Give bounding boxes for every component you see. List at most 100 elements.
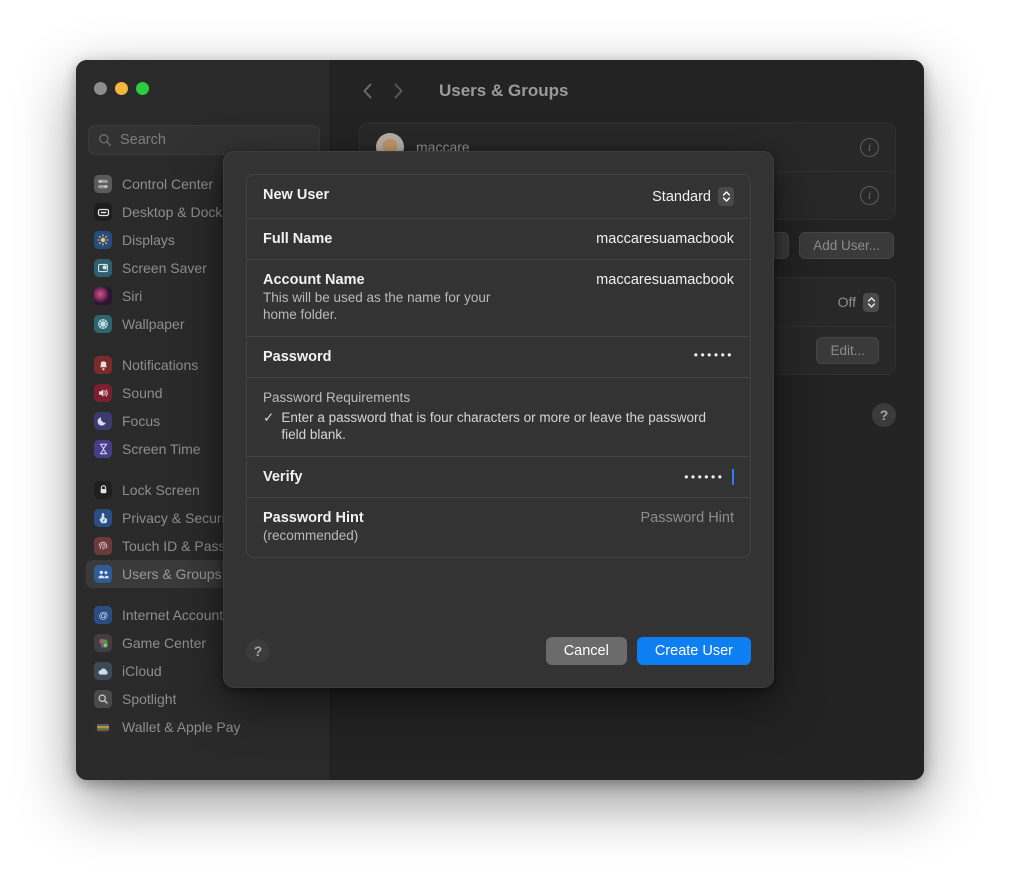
back-button[interactable] <box>355 78 381 104</box>
sheet-footer: ? Cancel Create User <box>224 615 773 687</box>
row-label-wrap: New User <box>263 187 640 203</box>
help-button[interactable]: ? <box>872 403 896 427</box>
sidebar-item-label: Focus <box>122 413 161 429</box>
search-input[interactable] <box>120 132 310 148</box>
password-dots: •••••• <box>693 347 734 362</box>
chevron-updown-icon <box>863 292 879 312</box>
touch-id-icon <box>94 537 112 555</box>
check-icon: ✓ <box>263 409 275 425</box>
sidebar-item-label: Game Center <box>122 635 207 651</box>
sidebar-item-label: Lock Screen <box>122 482 200 498</box>
sidebar-item-label: Control Center <box>122 176 214 192</box>
new-user-label: New User <box>263 187 330 203</box>
zoom-window-button[interactable] <box>136 82 149 95</box>
add-user-button[interactable]: Add User... <box>799 232 894 259</box>
privacy-security-icon <box>94 509 112 527</box>
forward-button[interactable] <box>385 78 411 104</box>
password-hint-sublabel: (recommended) <box>263 527 359 543</box>
focus-icon <box>94 412 112 430</box>
edit-button[interactable]: Edit... <box>816 337 879 364</box>
account-name-label: Account Name <box>263 272 365 288</box>
window-traffic-lights <box>94 82 149 95</box>
row-new-user: New User Standard <box>247 175 750 218</box>
sidebar-item-label: Notifications <box>122 357 199 373</box>
sidebar-item-label: Screen Time <box>122 441 201 457</box>
cancel-button[interactable]: Cancel <box>545 637 627 665</box>
new-user-type-popup[interactable]: Standard <box>652 187 734 206</box>
chevron-left-icon <box>363 83 372 99</box>
notifications-icon <box>94 356 112 374</box>
svg-text:@: @ <box>98 610 108 621</box>
sheet-help-button[interactable]: ? <box>246 639 270 663</box>
screen: Control Center Desktop & Dock Displays <box>0 0 1024 885</box>
sidebar-item-label: Spotlight <box>122 691 177 707</box>
close-window-button[interactable] <box>94 82 107 95</box>
icloud-icon <box>94 662 112 680</box>
password-hint-label: Password Hint <box>263 509 364 526</box>
password-requirement-text: Enter a password that is four characters… <box>281 409 707 443</box>
search-icon <box>99 134 112 147</box>
account-name-description: This will be used as the name for your h… <box>263 290 491 322</box>
row-verify: Verify •••••• <box>247 455 750 497</box>
create-user-button[interactable]: Create User <box>636 637 751 665</box>
sidebar-item-label: Privacy & Security <box>122 510 236 526</box>
users-groups-icon <box>94 565 112 583</box>
text-caret <box>732 468 734 485</box>
displays-icon <box>94 231 112 249</box>
full-name-field[interactable]: maccaresuamacbook <box>596 231 734 247</box>
popup-value: Off <box>837 294 856 310</box>
verify-label: Verify <box>263 468 303 485</box>
screen-time-icon <box>94 440 112 458</box>
sidebar-item-label: Internet Accounts <box>122 607 231 623</box>
row-label-wrap: Account Name This will be used as the na… <box>263 272 584 324</box>
desktop-dock-icon <box>94 203 112 221</box>
row-password-hint: Password Hint (recommended) Password Hin… <box>247 496 750 557</box>
password-requirements-title: Password Requirements <box>263 389 411 405</box>
sidebar-item-spotlight[interactable]: Spotlight <box>86 685 321 713</box>
sidebar-item-label: Screen Saver <box>122 260 207 276</box>
internet-accounts-icon: @ <box>94 606 112 624</box>
automatic-login-popup[interactable]: Off <box>837 292 879 312</box>
row-label-wrap: Password <box>263 349 682 365</box>
popup-value: Standard <box>652 188 711 205</box>
password-label: Password <box>263 348 332 365</box>
verify-dots: •••••• <box>684 469 725 484</box>
toolbar: Users & Groups <box>331 60 924 122</box>
game-center-icon <box>94 634 112 652</box>
sidebar-item-label: Users & Groups <box>122 566 222 582</box>
account-name-field[interactable]: maccaresuamacbook <box>596 272 734 288</box>
sidebar-item-label: Sound <box>122 385 163 401</box>
control-center-icon <box>94 175 112 193</box>
sheet-body: New User Standard Full Name maccaresuama… <box>224 152 773 615</box>
spotlight-icon <box>94 690 112 708</box>
verify-field[interactable]: •••••• <box>684 468 734 485</box>
screen-saver-icon <box>94 259 112 277</box>
page-title: Users & Groups <box>439 81 569 100</box>
sidebar-item-label: Desktop & Dock <box>122 204 223 220</box>
sidebar-item-label: Wallet & Apple Pay <box>122 719 241 735</box>
full-name-label: Full Name <box>263 231 333 247</box>
new-user-sheet: New User Standard Full Name maccaresuama… <box>223 151 774 688</box>
minimize-window-button[interactable] <box>115 82 128 95</box>
siri-icon <box>94 287 112 305</box>
lock-screen-icon <box>94 481 112 499</box>
chevron-right-icon <box>394 83 403 99</box>
row-full-name: Full Name maccaresuamacbook <box>247 218 750 259</box>
wallpaper-icon <box>94 315 112 333</box>
password-field[interactable]: •••••• <box>694 349 734 361</box>
sidebar-item-label: Wallpaper <box>122 316 185 332</box>
chevron-updown-icon <box>718 187 734 206</box>
info-icon[interactable]: i <box>860 186 879 205</box>
password-hint-field[interactable]: Password Hint <box>641 510 734 526</box>
sound-icon <box>94 384 112 402</box>
row-label-wrap: Verify <box>263 469 672 485</box>
password-requirement-item: ✓ Enter a password that is four characte… <box>263 409 734 444</box>
sidebar-item-wallet-apple-pay[interactable]: Wallet & Apple Pay <box>86 713 321 741</box>
row-password: Password •••••• <box>247 335 750 377</box>
row-password-requirements: Password Requirements ✓ Enter a password… <box>247 376 750 456</box>
row-label-wrap: Full Name <box>263 231 584 247</box>
row-account-name: Account Name This will be used as the na… <box>247 259 750 336</box>
info-icon[interactable]: i <box>860 137 879 157</box>
new-user-form: New User Standard Full Name maccaresuama… <box>246 174 751 558</box>
sidebar-item-label: iCloud <box>122 663 162 679</box>
